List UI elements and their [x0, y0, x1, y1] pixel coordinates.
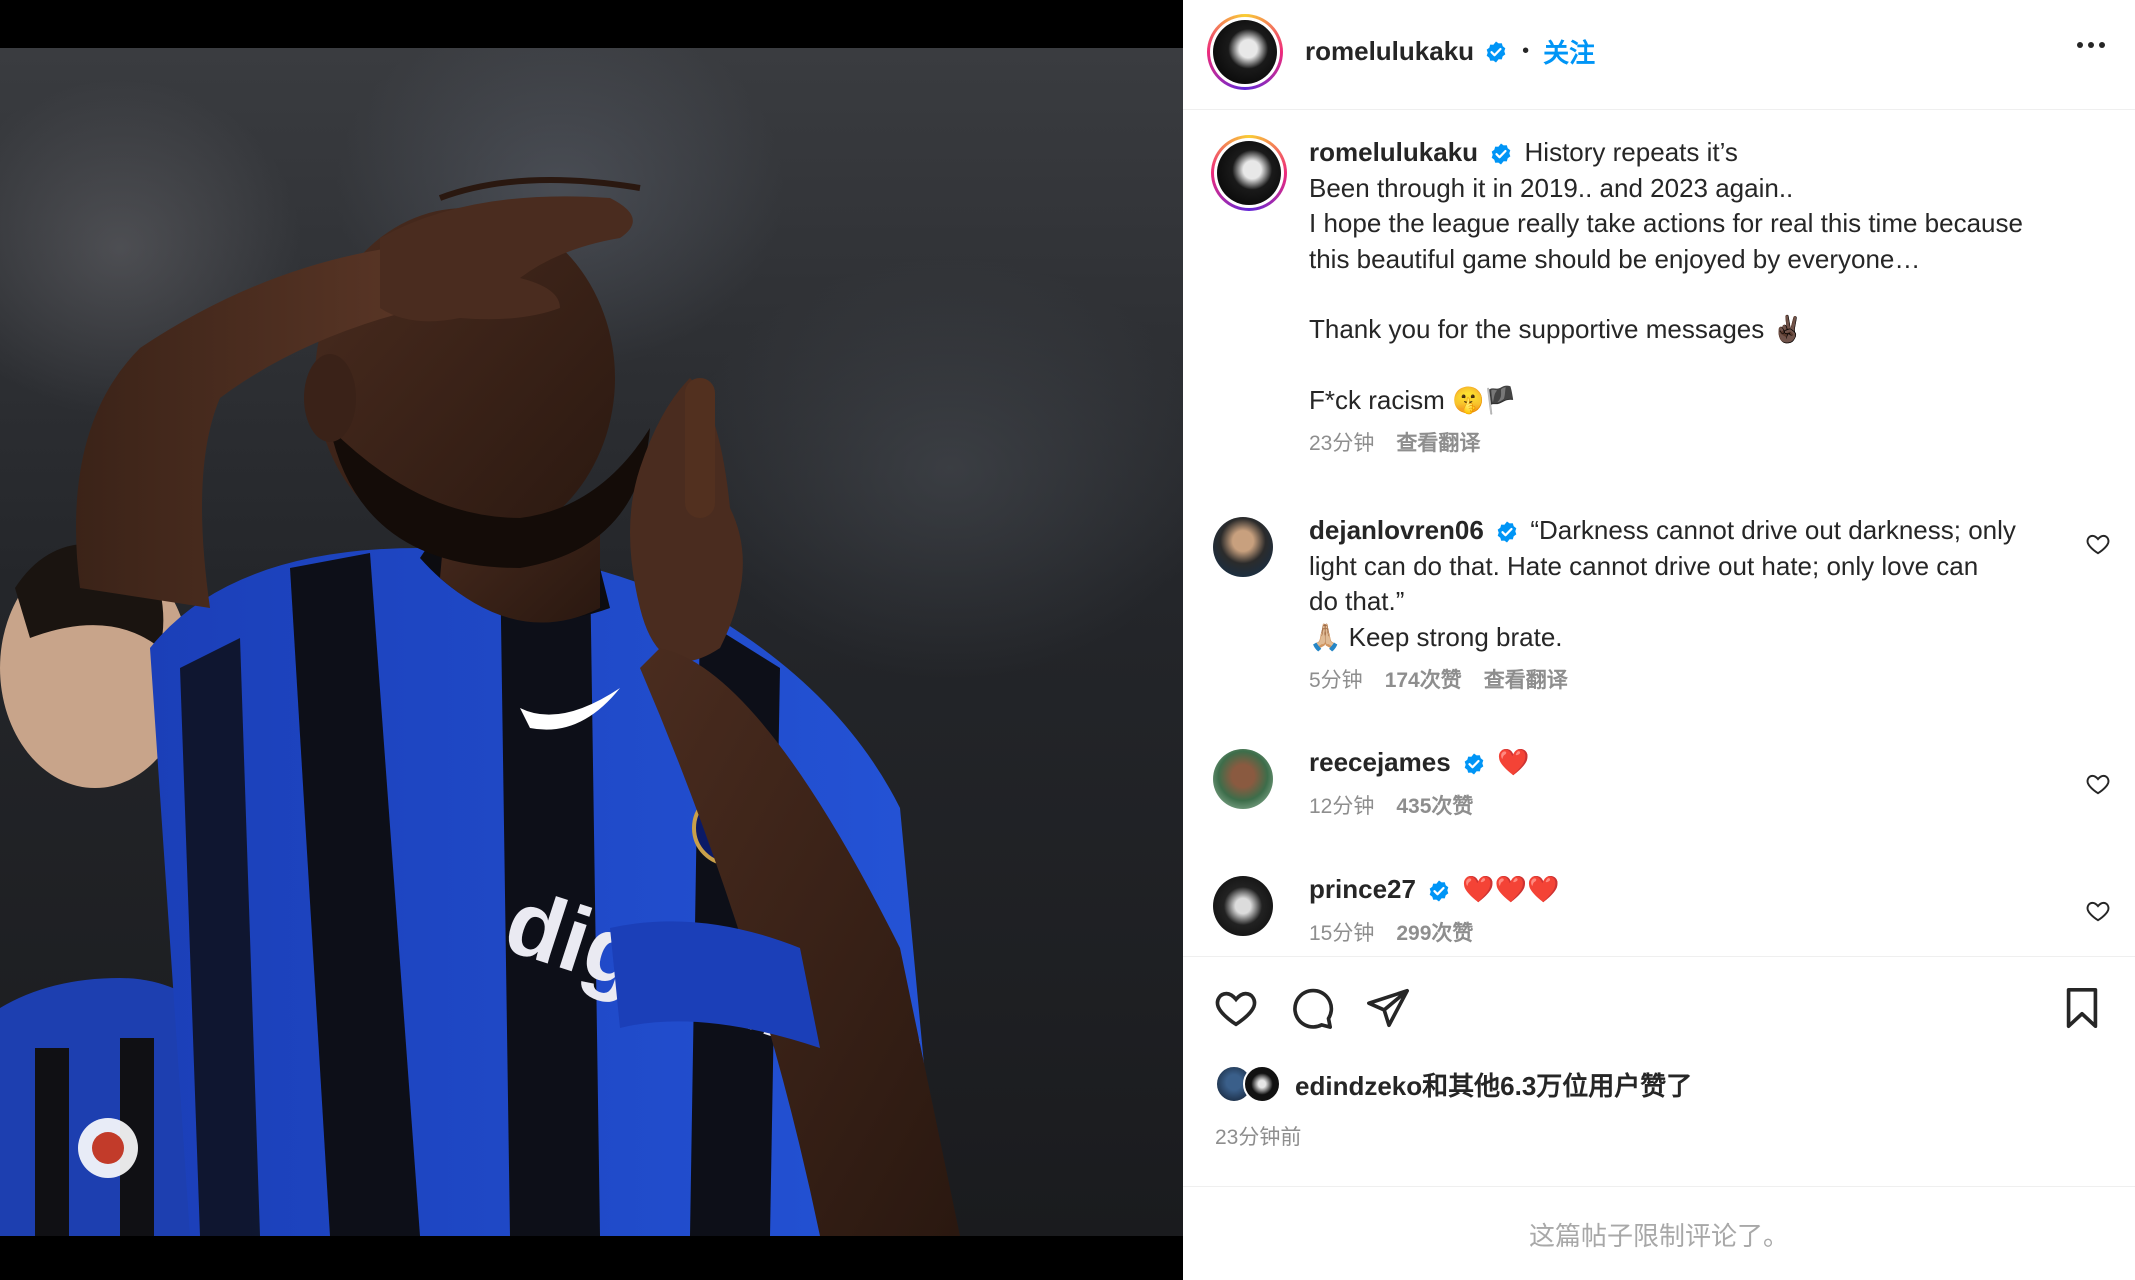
caption-line: I hope the league really take actions fo…	[1309, 208, 2023, 238]
verified-icon	[1497, 521, 1517, 543]
verified-icon	[1464, 753, 1484, 775]
post-actions: edindzeko和其他6.3万位用户赞了 23分钟前 这篇帖子限制评论了。	[1183, 956, 2135, 1280]
comment-time[interactable]: 15分钟	[1309, 916, 1374, 952]
caption-time[interactable]: 23分钟	[1309, 426, 1374, 462]
share-icon[interactable]	[1365, 985, 1411, 1031]
verified-icon	[1486, 41, 1506, 62]
comment-avatar[interactable]	[1213, 517, 1273, 577]
liker-avatar[interactable]	[1243, 1065, 1281, 1103]
author-avatar-ring[interactable]	[1207, 14, 1283, 90]
comment-text-line: light can do that. Hate cannot drive out…	[1309, 550, 1979, 581]
caption-translate-link[interactable]: 查看翻译	[1396, 426, 1480, 462]
caption-username[interactable]: romelulukaku	[1309, 137, 1478, 167]
caption-line: History repeats it’s	[1524, 137, 1738, 167]
follow-button[interactable]: 关注	[1543, 33, 1595, 70]
bookmark-icon[interactable]	[2059, 985, 2105, 1031]
comment-text: ❤️❤️❤️	[1462, 874, 1560, 904]
heart-icon[interactable]	[2085, 531, 2111, 557]
comment-username[interactable]: prince27	[1309, 874, 1416, 904]
author-avatar[interactable]	[1213, 20, 1277, 84]
post-side-panel: romelulukaku • 关注 romelulukaku History r…	[1183, 0, 2135, 1280]
comments-closed-notice: 这篇帖子限制评论了。	[1183, 1186, 2135, 1280]
verified-icon	[1429, 880, 1449, 902]
post-timestamp[interactable]: 23分钟前	[1215, 1121, 1301, 1151]
comment-avatar[interactable]	[1213, 876, 1273, 936]
heart-icon[interactable]	[2085, 898, 2111, 924]
comments-list[interactable]: romelulukaku History repeats it’s Been t…	[1183, 111, 2135, 956]
comment-text-line: “Darkness cannot drive out darkness; onl…	[1530, 515, 2016, 545]
caption-avatar-ring[interactable]	[1211, 135, 1287, 211]
post-header: romelulukaku • 关注	[1183, 0, 2135, 110]
heart-icon[interactable]	[2085, 771, 2111, 797]
more-icon[interactable]	[2077, 42, 2105, 48]
comment-likes[interactable]: 435次赞	[1396, 789, 1473, 825]
comment-avatar[interactable]	[1213, 749, 1273, 809]
caption-line: this beautiful game should be enjoyed by…	[1309, 243, 1921, 274]
comment-username[interactable]: reecejames	[1309, 747, 1451, 777]
heart-icon[interactable]	[1213, 985, 1259, 1031]
liked-by-avatars	[1215, 1065, 1285, 1103]
comment-likes[interactable]: 299次赞	[1396, 916, 1473, 952]
verified-icon	[1491, 143, 1511, 165]
photo-illustration: digitalbits IM	[0, 177, 960, 1236]
comment-text: ❤️	[1497, 747, 1530, 777]
liked-by-text[interactable]: edindzeko和其他6.3万位用户赞了	[1295, 1066, 1692, 1103]
post-photo: digitalbits IM	[0, 48, 1183, 1236]
comment-text-line: do that.”	[1309, 586, 1405, 616]
comment-text-line: 🙏🏼 Keep strong brate.	[1309, 621, 1563, 652]
caption-line: F*ck racism 🤫🏴	[1309, 384, 1517, 415]
caption-avatar[interactable]	[1217, 141, 1281, 205]
liked-by-summary[interactable]: edindzeko和其他6.3万位用户赞了	[1215, 1065, 1692, 1103]
header-dot-separator: •	[1522, 40, 1530, 62]
comment-translate-link[interactable]: 查看翻译	[1484, 663, 1568, 699]
comment-icon[interactable]	[1289, 985, 1335, 1031]
comment-time[interactable]: 12分钟	[1309, 789, 1374, 825]
post-media[interactable]: digitalbits IM	[0, 0, 1183, 1280]
comment-time[interactable]: 5分钟	[1309, 663, 1363, 699]
comment-likes[interactable]: 174次赞	[1385, 663, 1462, 699]
comment-username[interactable]: dejanlovren06	[1309, 515, 1484, 545]
author-username[interactable]: romelulukaku	[1305, 36, 1474, 67]
caption-line: Been through it in 2019.. and 2023 again…	[1309, 172, 1794, 203]
caption-line: Thank you for the supportive messages ✌🏿	[1309, 314, 1804, 344]
